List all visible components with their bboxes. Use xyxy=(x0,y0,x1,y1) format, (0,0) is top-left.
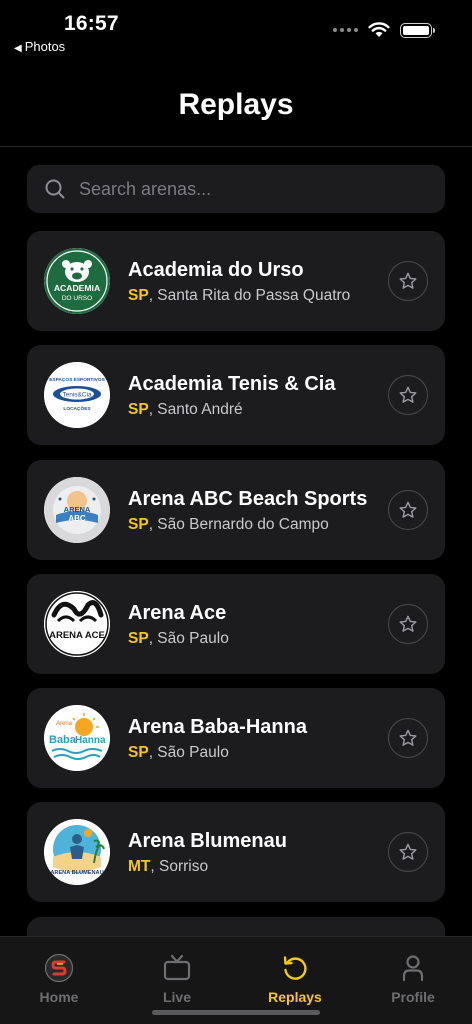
arena-baba-hanna-logo: Arena Baba Hanna xyxy=(44,705,110,772)
tenis-e-cia-logo: ESPAÇOS ESPORTIVOS Tenis&Cia LOCAÇÕES xyxy=(44,362,110,429)
arena-name: Arena Blumenau xyxy=(128,830,287,853)
arena-state: MT xyxy=(128,858,151,876)
tab-replays[interactable]: Replays xyxy=(236,951,354,1005)
back-to-app-link[interactable]: ◀ Photos xyxy=(14,39,65,54)
tenis-logo-text-mid: Tenis&Cia xyxy=(62,392,92,399)
arena-card[interactable]: ESPAÇOS ESPORTIVOS Tenis&Cia LOCAÇÕES Ac… xyxy=(27,345,445,446)
star-icon xyxy=(399,615,417,632)
search-input[interactable] xyxy=(79,178,409,200)
arena-name: Arena ABC Beach Sports xyxy=(128,487,368,510)
wifi-icon xyxy=(368,22,390,37)
abc-logo-text-1: ARENA xyxy=(64,505,91,514)
arena-city: , Santa Rita do Passa Quatro xyxy=(148,287,351,304)
favorite-button[interactable] xyxy=(388,832,428,873)
arena-state: SP xyxy=(128,287,149,304)
page-title: Replays xyxy=(178,88,294,121)
favorite-button[interactable] xyxy=(388,261,428,301)
star-icon xyxy=(399,729,417,747)
arena-card[interactable]: ARENA ABC Arena ABC Beach Sports SP, São… xyxy=(27,459,445,560)
arena-name: Academia Tenis & Cia xyxy=(128,373,336,396)
status-time: 16:57 xyxy=(64,12,119,35)
tab-home[interactable]: Home xyxy=(0,951,118,1005)
replay-icon xyxy=(283,956,307,980)
arena-name: Academia do Urso xyxy=(128,259,304,281)
urso-logo-text-2: DO URSO xyxy=(62,295,92,302)
favorite-button[interactable] xyxy=(388,603,428,644)
baba-logo-text-3: Hanna xyxy=(75,735,106,746)
star-icon xyxy=(399,272,417,289)
arena-state: SP xyxy=(128,744,149,762)
arena-blumenau-logo: ARENA BLUMENAU xyxy=(44,819,110,886)
arena-card[interactable]: ARENA BLUMENAU Arena Blumenau MT, Sorris… xyxy=(27,802,445,903)
arena-list[interactable]: ACADEMIA DO URSO Academia do Urso SP, Sa… xyxy=(27,231,445,936)
arena-state: SP xyxy=(128,629,149,647)
academia-do-urso-logo: ACADEMIA DO URSO xyxy=(44,248,110,314)
search-icon xyxy=(45,179,65,199)
arena-city: , São Bernardo do Campo xyxy=(148,515,329,533)
tab-home-label: Home xyxy=(39,989,79,1005)
baba-logo-text-2: Baba xyxy=(49,734,77,746)
tab-replays-label: Replays xyxy=(268,989,322,1005)
arena-card[interactable]: ACADEMIA DO URSO Academia do Urso SP, Sa… xyxy=(27,231,445,331)
urso-logo-text-1: ACADEMIA xyxy=(54,283,100,293)
battery-icon xyxy=(400,22,435,38)
baba-logo-text-1: Arena xyxy=(56,721,73,727)
tab-profile-label: Profile xyxy=(391,989,435,1005)
favorite-button[interactable] xyxy=(388,489,428,530)
star-icon xyxy=(399,844,417,861)
search-bar[interactable] xyxy=(27,165,445,213)
tab-live[interactable]: Live xyxy=(118,951,236,1005)
blumenau-logo-text: ARENA BLUMENAU xyxy=(50,870,103,876)
arena-location: SP, São Paulo xyxy=(128,630,229,648)
arena-ace-logo: ARENA ACE xyxy=(44,590,110,657)
arena-city: , São Paulo xyxy=(148,629,229,647)
arena-abc-logo: ARENA ABC xyxy=(44,476,110,543)
signal-icon xyxy=(333,28,358,32)
arena-location: SP, Santa Rita do Passa Quatro xyxy=(128,287,350,305)
home-indicator xyxy=(152,1010,320,1015)
header-divider xyxy=(0,146,472,147)
arena-name: Arena Baba-Hanna xyxy=(128,716,307,739)
arena-city: , São Paulo xyxy=(148,744,229,762)
tab-live-label: Live xyxy=(162,989,191,1005)
arena-card[interactable]: ARENA ACE Arena Ace SP, São Paulo xyxy=(27,573,445,674)
favorite-button[interactable] xyxy=(388,375,428,416)
arena-location: SP, São Bernardo do Campo xyxy=(128,516,329,534)
person-icon xyxy=(402,955,424,982)
back-app-label: Photos xyxy=(24,39,66,54)
arena-state: SP xyxy=(128,515,149,533)
tenis-logo-text-top: ESPAÇOS ESPORTIVOS xyxy=(49,377,105,383)
arena-card-partial[interactable] xyxy=(27,916,445,936)
arena-state: SP xyxy=(128,401,149,419)
ace-logo-text: ARENA ACE xyxy=(49,630,105,641)
arena-location: MT, Sorriso xyxy=(128,858,208,876)
tab-profile[interactable]: Profile xyxy=(354,951,472,1005)
status-indicators xyxy=(333,22,435,38)
abc-logo-text-2: ABC xyxy=(68,514,86,523)
tab-bar: Home Live Replays Profile xyxy=(0,936,472,1024)
home-logo-icon xyxy=(44,953,74,983)
arena-name: Arena Ace xyxy=(128,601,227,624)
arena-city: , Sorriso xyxy=(150,858,209,876)
status-bar: 16:57 ◀ Photos xyxy=(0,0,472,60)
arena-city: , Santo André xyxy=(148,401,243,419)
arena-location: SP, Santo André xyxy=(128,401,243,419)
arena-location: SP, São Paulo xyxy=(128,744,229,762)
arena-card[interactable]: Arena Baba Hanna Arena Baba-Hanna SP, Sã… xyxy=(27,688,445,789)
tv-icon xyxy=(163,954,191,981)
back-triangle-icon: ◀ xyxy=(14,43,22,54)
favorite-button[interactable] xyxy=(388,718,428,759)
star-icon xyxy=(399,386,417,404)
star-icon xyxy=(399,501,417,518)
tenis-logo-text-bottom: LOCAÇÕES xyxy=(63,405,91,412)
